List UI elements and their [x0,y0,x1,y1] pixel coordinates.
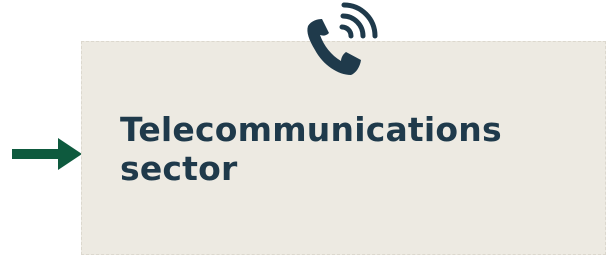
phone-handset [307,19,361,75]
arrow-right-icon [12,138,82,170]
signal-waves [339,2,378,39]
phone-with-signal-icon [307,2,378,75]
handset-shape [307,19,361,75]
arrow-shape [12,138,82,170]
signal-wave-small [339,24,354,39]
